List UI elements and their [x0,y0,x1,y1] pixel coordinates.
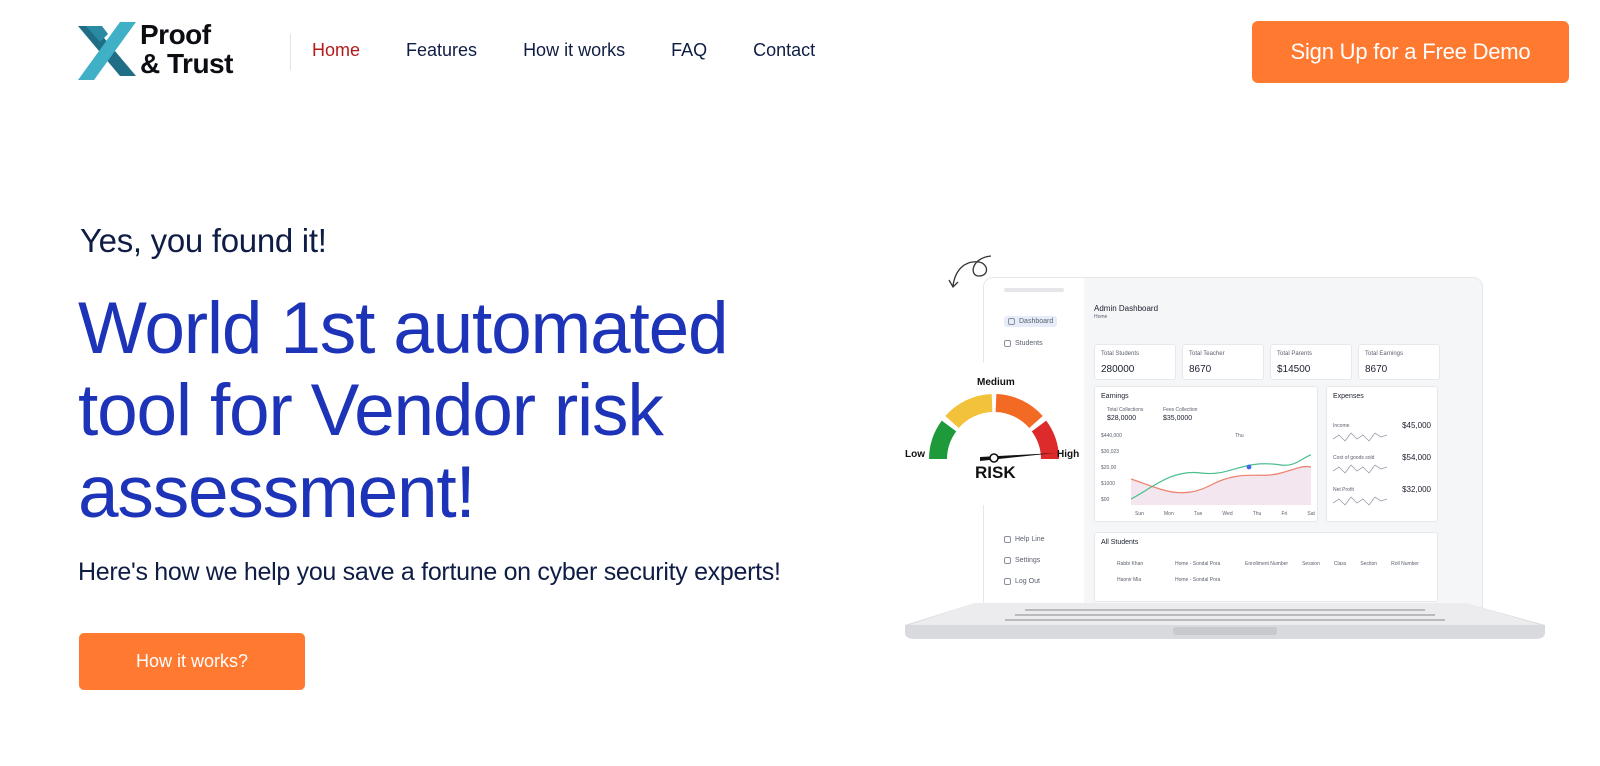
student-place: Home - Sondal Pora [1175,561,1221,567]
students-panel: All Students Rabbi Khan Home - Sondal Po… [1094,532,1438,602]
x-tick: Wed [1222,511,1233,517]
y-tick: $1000 [1101,481,1115,487]
earnings-panel: Earnings Total Collections $28,0000 Fees… [1094,386,1318,522]
x-tick: Sun [1135,511,1144,517]
brand-line-2: & Trust [140,48,233,79]
dashboard-main: Admin Dashboard Home Total Students 2800… [1094,296,1469,602]
stat-label: Total Students [1101,351,1140,357]
chart-tooltip: Thu [1235,433,1244,439]
stat-label: Total Parents [1277,351,1313,357]
help-icon [1004,536,1011,543]
laptop-dashboard-illustration: Dashboard Students Help Line Settings Lo… [905,255,1570,665]
keyboard-keys [1005,609,1445,621]
sidebar-logo-placeholder [1004,288,1064,292]
logo-x-icon [78,22,136,80]
students-headers: Enrollment Number Session Class Section … [1245,561,1419,567]
sidebar-item-label: Log Out [1015,578,1040,585]
brand-line-1: Proof [140,19,211,50]
students-title: All Students [1101,539,1139,546]
sidebar-item-logout: Log Out [1004,578,1040,585]
risk-low-label: Low [905,449,925,460]
stat-value: $14500 [1277,364,1311,375]
student-name: Rabbi Khan [1117,561,1144,567]
stat-card-earnings: Total Earnings 8670 [1358,344,1440,380]
expense-value: $32,000 [1402,485,1431,494]
y-tick: $440,000 [1101,433,1122,439]
nav-link-home[interactable]: Home [312,40,360,61]
stat-card-students: Total Students 280000 [1094,344,1176,380]
expense-sparklines [1333,432,1388,506]
earnings-legend-value: $28,0000 [1107,415,1137,422]
sidebar-item-students: Students [1004,340,1043,347]
earnings-legend-label: Fees Collection [1163,407,1198,413]
stat-card-teacher: Total Teacher 8670 [1182,344,1264,380]
nav-link-faq[interactable]: FAQ [671,40,707,61]
earnings-line-chart [1131,454,1311,505]
nav-link-how-it-works[interactable]: How it works [523,40,625,61]
header-divider [290,34,291,70]
x-tick: Sat [1307,511,1315,517]
expense-value: $54,000 [1402,453,1431,462]
expenses-title: Expenses [1333,393,1364,400]
hero-kicker: Yes, you found it! [80,222,327,259]
y-tick: $30,023 [1101,449,1120,455]
student-name: Haonir Mia [1117,577,1142,583]
earnings-legend-value: $35,0000 [1163,415,1193,422]
nav-link-features[interactable]: Features [406,40,477,61]
students-header: Enrollment Number [1245,561,1289,567]
sidebar-item-dashboard: Dashboard [1004,316,1058,327]
x-axis: Sun Mon Tue Wed Thu Fri Sat [1135,511,1315,517]
how-it-works-button[interactable]: How it works? [79,633,305,690]
users-icon [1004,340,1011,347]
expense-value: $45,000 [1402,421,1431,430]
dashboard-title: Admin Dashboard [1094,304,1159,313]
stat-label: Total Teacher [1189,351,1225,357]
students-header: Section [1360,561,1378,567]
y-tick: $20,00 [1101,465,1117,471]
students-header: Session [1302,561,1320,567]
students-header: Roll Number [1391,561,1419,567]
site-header: Proof & Trust Home Features How it works… [0,0,1600,100]
signup-demo-button[interactable]: Sign Up for a Free Demo [1252,21,1569,83]
dashboard-breadcrumb: Home [1094,314,1108,320]
risk-high-label: High [1057,449,1080,460]
hero-headline: World 1st automated tool for Vendor risk… [78,288,729,533]
expenses-panel: Expenses Income $45,000 Cost of goods so… [1326,386,1438,522]
sidebar-item-settings: Settings [1004,557,1040,564]
stat-value: 280000 [1101,364,1135,375]
sidebar-item-label: Settings [1015,557,1041,564]
sidebar-item-label: Students [1015,340,1043,347]
sidebar-item-help: Help Line [1004,536,1045,543]
x-tick: Fri [1281,511,1288,517]
gear-icon [1004,557,1011,564]
earnings-legend-label: Total Collections [1107,407,1144,413]
logout-icon [1004,578,1011,585]
risk-gauge: Low Medium High RISK [905,363,1083,505]
stat-value: 8670 [1365,364,1388,375]
stat-value: 8670 [1189,364,1212,375]
hero-subhead: Here's how we help you save a fortune on… [78,558,781,586]
risk-label: RISK [975,463,1016,482]
x-tick: Thu [1252,511,1262,517]
brand-logo[interactable]: Proof & Trust [78,20,248,82]
students-header: Class [1333,561,1347,567]
x-tick: Tue [1193,511,1203,517]
main-nav: Home Features How it works FAQ Contact [312,40,861,61]
y-tick: $00 [1101,497,1110,503]
laptop-base [905,603,1545,639]
x-tick: Mon [1164,511,1174,517]
earnings-title: Earnings [1101,393,1129,400]
nav-link-contact[interactable]: Contact [753,40,815,61]
stat-card-parents: Total Parents $14500 [1270,344,1352,380]
brand-name: Proof & Trust [140,20,233,78]
student-place: Home - Sondal Pora [1175,577,1221,583]
grid-icon [1008,318,1015,325]
stat-label: Total Earnings [1365,351,1404,357]
sidebar-item-label: Dashboard [1019,318,1054,325]
risk-medium-label: Medium [977,377,1015,388]
sidebar-item-label: Help Line [1015,536,1045,543]
